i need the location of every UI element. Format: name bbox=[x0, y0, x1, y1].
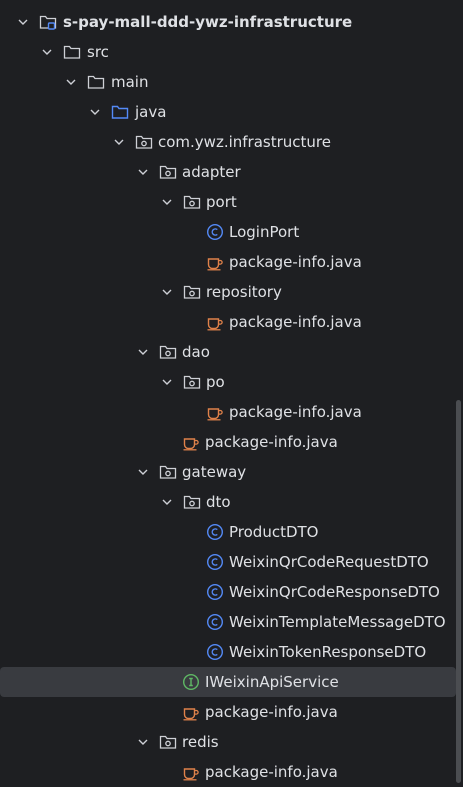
package-icon bbox=[135, 135, 153, 149]
tree-node-label: java bbox=[135, 103, 167, 121]
tree-node-template-message-dto[interactable]: WeixinTemplateMessageDTO bbox=[0, 607, 463, 637]
tree-node-java[interactable]: java bbox=[0, 97, 463, 127]
project-tree: s-pay-mall-ddd-ywz-infrastructure src ma… bbox=[0, 7, 463, 787]
tree-node-label: WeixinQrCodeRequestDTO bbox=[229, 553, 429, 571]
tree-node-label: redis bbox=[182, 733, 219, 751]
tree-node-label: s-pay-mall-ddd-ywz-infrastructure bbox=[63, 13, 353, 31]
tree-node-module-root[interactable]: s-pay-mall-ddd-ywz-infrastructure bbox=[0, 7, 463, 37]
tree-node-gateway-package-info[interactable]: package-info.java bbox=[0, 697, 463, 727]
tree-node-label: dto bbox=[206, 493, 231, 511]
interface-icon bbox=[182, 673, 200, 691]
tree-node-label: ProductDTO bbox=[229, 523, 319, 541]
package-icon bbox=[183, 195, 201, 209]
tree-node-label: dao bbox=[182, 343, 210, 361]
tree-node-gateway[interactable]: gateway bbox=[0, 457, 463, 487]
vertical-scrollbar[interactable] bbox=[456, 400, 461, 783]
tree-node-port[interactable]: port bbox=[0, 187, 463, 217]
tree-node-token-response-dto[interactable]: WeixinTokenResponseDTO bbox=[0, 637, 463, 667]
folder-icon bbox=[63, 45, 81, 59]
class-icon bbox=[206, 553, 224, 571]
chevron-down-icon[interactable] bbox=[160, 495, 174, 509]
tree-node-repository[interactable]: repository bbox=[0, 277, 463, 307]
chevron-down-icon[interactable] bbox=[160, 375, 174, 389]
chevron-down-icon[interactable] bbox=[136, 465, 150, 479]
tree-node-dao-package-info[interactable]: package-info.java bbox=[0, 427, 463, 457]
chevron-down-icon[interactable] bbox=[88, 105, 102, 119]
tree-node-repository-package-info[interactable]: package-info.java bbox=[0, 307, 463, 337]
source-root-folder-icon bbox=[111, 105, 129, 119]
package-icon bbox=[183, 375, 201, 389]
class-icon bbox=[206, 613, 224, 631]
tree-node-label: com.ywz.infrastructure bbox=[158, 133, 331, 151]
tree-node-label: gateway bbox=[182, 463, 247, 481]
tree-node-label: adapter bbox=[182, 163, 241, 181]
tree-node-redis[interactable]: redis bbox=[0, 727, 463, 757]
tree-node-qr-response-dto[interactable]: WeixinQrCodeResponseDTO bbox=[0, 577, 463, 607]
chevron-down-icon[interactable] bbox=[40, 45, 54, 59]
chevron-down-icon[interactable] bbox=[16, 15, 30, 29]
tree-node-label: po bbox=[206, 373, 225, 391]
package-icon bbox=[159, 345, 177, 359]
tree-node-label: package-info.java bbox=[229, 253, 362, 271]
tree-node-po-package-info[interactable]: package-info.java bbox=[0, 397, 463, 427]
java-file-icon bbox=[207, 408, 223, 421]
chevron-down-icon[interactable] bbox=[64, 75, 78, 89]
tree-node-main[interactable]: main bbox=[0, 67, 463, 97]
tree-node-qr-request-dto[interactable]: WeixinQrCodeRequestDTO bbox=[0, 547, 463, 577]
tree-node-src[interactable]: src bbox=[0, 37, 463, 67]
class-icon bbox=[206, 223, 224, 241]
tree-node-label: package-info.java bbox=[229, 313, 362, 331]
tree-node-label: package-info.java bbox=[205, 433, 338, 451]
package-icon bbox=[183, 495, 201, 509]
tree-node-adapter[interactable]: adapter bbox=[0, 157, 463, 187]
java-file-icon bbox=[183, 438, 199, 451]
class-icon bbox=[206, 523, 224, 541]
folder-icon bbox=[87, 75, 105, 89]
tree-node-label: src bbox=[87, 43, 109, 61]
java-file-icon bbox=[183, 768, 199, 781]
chevron-down-icon[interactable] bbox=[160, 285, 174, 299]
chevron-down-icon[interactable] bbox=[136, 345, 150, 359]
tree-node-label: IWeixinApiService bbox=[205, 673, 339, 691]
tree-node-po[interactable]: po bbox=[0, 367, 463, 397]
tree-node-label: WeixinTemplateMessageDTO bbox=[229, 613, 446, 631]
tree-node-label: package-info.java bbox=[205, 763, 338, 781]
java-file-icon bbox=[207, 318, 223, 331]
class-icon bbox=[206, 583, 224, 601]
tree-node-product-dto[interactable]: ProductDTO bbox=[0, 517, 463, 547]
tree-node-weixin-api-service[interactable]: IWeixinApiService bbox=[0, 667, 456, 697]
java-file-icon bbox=[207, 258, 223, 271]
tree-node-label: main bbox=[111, 73, 149, 91]
chevron-down-icon[interactable] bbox=[112, 135, 126, 149]
tree-node-login-port[interactable]: LoginPort bbox=[0, 217, 463, 247]
tree-node-label: repository bbox=[206, 283, 282, 301]
tree-node-label: WeixinTokenResponseDTO bbox=[229, 643, 427, 661]
tree-node-label: WeixinQrCodeResponseDTO bbox=[229, 583, 440, 601]
chevron-down-icon[interactable] bbox=[160, 195, 174, 209]
tree-node-pkg-infrastructure[interactable]: com.ywz.infrastructure bbox=[0, 127, 463, 157]
tree-node-label: port bbox=[206, 193, 237, 211]
tree-node-label: package-info.java bbox=[229, 403, 362, 421]
tree-node-label: package-info.java bbox=[205, 703, 338, 721]
package-icon bbox=[183, 285, 201, 299]
tree-node-dao[interactable]: dao bbox=[0, 337, 463, 367]
module-folder-icon bbox=[39, 15, 57, 30]
package-icon bbox=[159, 465, 177, 479]
tree-node-label: LoginPort bbox=[229, 223, 300, 241]
package-icon bbox=[159, 165, 177, 179]
class-icon bbox=[206, 643, 224, 661]
chevron-down-icon[interactable] bbox=[136, 735, 150, 749]
tree-node-port-package-info[interactable]: package-info.java bbox=[0, 247, 463, 277]
chevron-down-icon[interactable] bbox=[136, 165, 150, 179]
tree-node-dto[interactable]: dto bbox=[0, 487, 463, 517]
java-file-icon bbox=[183, 708, 199, 721]
package-icon bbox=[159, 735, 177, 749]
